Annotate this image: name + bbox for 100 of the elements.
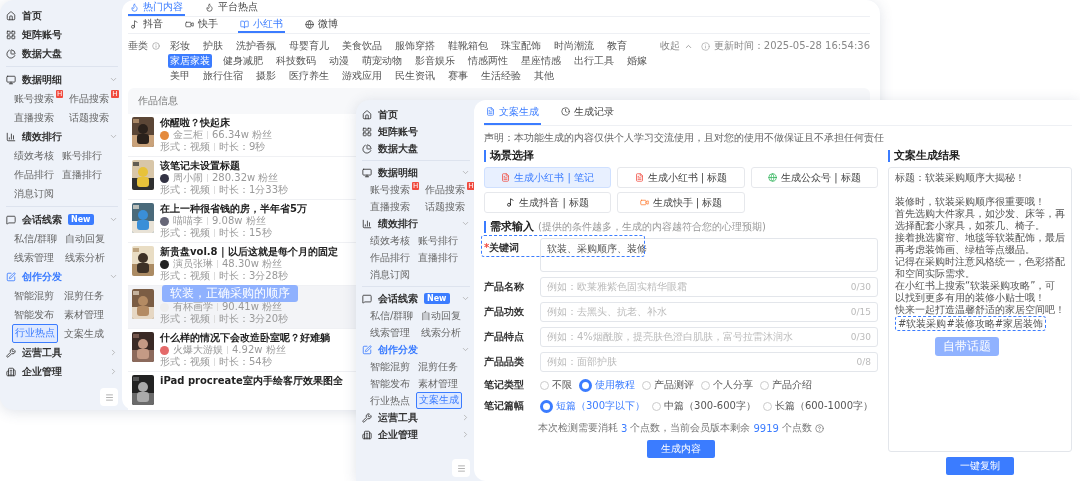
content-tab[interactable]: 平台热点 (203, 0, 260, 16)
category-chip[interactable]: 洗护香氛 (234, 39, 278, 53)
nav-subitem[interactable]: 作品搜索 (423, 181, 468, 198)
nav-subitem[interactable]: 账号排行 (416, 232, 460, 249)
nav-subitem[interactable]: 私信/群聊 (368, 307, 416, 324)
page-tab[interactable]: 生成记录 (559, 100, 616, 125)
radio-option[interactable]: 短篇（300字以下） (540, 398, 646, 414)
nav-subitem[interactable]: 智能混剪 (368, 358, 412, 375)
category-chip[interactable]: 影音娱乐 (413, 54, 457, 68)
work-title[interactable]: 在上一种很省钱的房，半年省5万 (160, 203, 307, 215)
nav-subitem[interactable]: 直播搜索 (12, 108, 56, 127)
nav-subitem[interactable]: 话题搜索 (423, 198, 468, 215)
nav-subitem[interactable]: 智能发布 (12, 305, 56, 324)
category-chip[interactable]: 旅行住宿 (201, 69, 245, 83)
nav-subitem[interactable]: 直播搜索 (368, 198, 412, 215)
nav-subitem[interactable]: 文案生成 (62, 324, 106, 343)
category-chip[interactable]: 游戏应用 (340, 69, 384, 83)
nav-item[interactable]: 数据明细 (378, 165, 418, 180)
nav-subitem[interactable]: 账号搜索 (368, 181, 412, 198)
chevron-icon[interactable] (109, 132, 118, 141)
page-tab[interactable]: 文案生成 (484, 100, 541, 125)
radio-option[interactable]: 产品介绍 (760, 377, 812, 393)
nav-item[interactable]: 创作分发 (378, 342, 418, 357)
category-chip[interactable]: 鞋靴箱包 (446, 39, 490, 53)
nav-subitem[interactable]: 消息订阅 (12, 184, 56, 203)
nav-subitem[interactable]: 绩效考核 (368, 232, 412, 249)
category-chip[interactable]: 情感两性 (466, 54, 510, 68)
category-chip[interactable]: 家居家装 (168, 54, 212, 68)
category-chip[interactable]: 民生资讯 (393, 69, 437, 83)
nav-subitem[interactable]: 直播排行 (416, 249, 460, 266)
nav-item[interactable]: 首页 (22, 8, 42, 23)
chevron-icon[interactable] (461, 345, 470, 354)
nav-item[interactable]: 绩效排行 (22, 129, 62, 144)
nav-subitem[interactable]: 直播排行 (60, 165, 104, 184)
nav-item[interactable]: 数据大盘 (378, 141, 418, 156)
platform-tab[interactable]: 小红书 (238, 17, 285, 33)
work-title[interactable]: 该笔记未设置标题 (160, 160, 289, 172)
collapse-menu-button[interactable] (452, 459, 470, 477)
work-title[interactable]: iPad procreate室内手绘客厅效果图全 (160, 375, 343, 387)
platform-tab[interactable]: 抖音 (128, 17, 165, 33)
result-textarea[interactable]: 标题：软装采购顺序大揭秘！ 装修时，软装采购顺序很重要哦！ 首先选购大件家具，如沙发、床等，再选择配套小家具，如茶几、椅子。 接着挑选窗帘、地毯等软装配饰，最后再考虑装饰画、绿植等点缀品。 记得在采购时注意风格统一，色彩搭配和空间实际需求。 在小红书上搜索“软装采购攻略”，可以找到更多有用的装修小贴士哦！ 快来一起打造温馨舒适的家居空间吧！ #软装采购#装修攻略#家居装饰 自带话题 (888, 167, 1072, 452)
radio-option[interactable]: 使用教程 (579, 377, 635, 393)
nav-item[interactable]: 企业管理 (22, 364, 62, 379)
radio-option[interactable]: 不限 (540, 377, 572, 393)
category-chip[interactable]: 生活经验 (479, 69, 523, 83)
nav-subitem[interactable]: 自动回复 (63, 229, 108, 248)
chevron-icon[interactable] (109, 272, 118, 281)
nav-item[interactable]: 首页 (378, 107, 398, 122)
category-chip[interactable]: 彩妆 (168, 39, 192, 53)
chevron-icon[interactable] (461, 294, 470, 303)
radio-option[interactable]: 个人分享 (701, 377, 753, 393)
chevron-icon[interactable] (461, 219, 470, 228)
nav-subitem[interactable]: 账号搜索 (12, 89, 56, 108)
nav-item[interactable]: 数据明细 (22, 72, 62, 87)
category-chip[interactable]: 教育 (605, 39, 629, 53)
category-chip[interactable]: 婚嫁 (625, 54, 649, 68)
category-chip[interactable]: 健身减肥 (221, 54, 265, 68)
chevron-icon[interactable] (109, 348, 118, 357)
nav-item[interactable]: 企业管理 (378, 427, 418, 442)
chevron-icon[interactable] (461, 413, 470, 422)
nav-subitem[interactable]: 自动回复 (419, 307, 464, 324)
chevron-icon[interactable] (461, 430, 470, 439)
category-chip[interactable]: 美甲 (168, 69, 192, 83)
category-chip[interactable]: 护肤 (201, 39, 225, 53)
category-chip[interactable]: 母婴育儿 (287, 39, 331, 53)
nav-subitem[interactable]: 绩效考核 (12, 146, 56, 165)
nav-item[interactable]: 绩效排行 (378, 216, 418, 231)
nav-subitem[interactable]: 线索分析 (63, 248, 108, 267)
nav-subitem[interactable]: 作品排行 (368, 249, 412, 266)
chevron-icon[interactable] (461, 168, 470, 177)
category-chip[interactable]: 出行工具 (572, 54, 616, 68)
nav-subitem[interactable]: 作品搜索 (67, 89, 112, 108)
scene-option[interactable]: 生成小红书 | 标题 (617, 167, 745, 188)
category-chip[interactable]: 服饰穿搭 (393, 39, 437, 53)
category-chip[interactable]: 赛事 (446, 69, 470, 83)
nav-subitem[interactable]: 作品排行 (12, 165, 56, 184)
nav-subitem[interactable]: 私信/群聊 (12, 229, 60, 248)
collapse-link[interactable]: 收起 (659, 39, 680, 53)
platform-tab[interactable]: 微博 (303, 17, 340, 33)
nav-item[interactable]: 数据大盘 (22, 46, 62, 61)
nav-item[interactable]: 创作分发 (22, 269, 62, 284)
collapse-menu-button[interactable] (100, 388, 118, 406)
nav-item[interactable]: 矩阵账号 (378, 124, 418, 139)
scene-option[interactable]: 生成快手 | 标题 (617, 192, 745, 213)
nav-subitem[interactable]: 行业热点 (368, 392, 412, 409)
work-title[interactable]: 什么样的情况下会改造卧室呢？好难躺 (160, 332, 330, 344)
content-tab[interactable]: 热门内容 (128, 0, 185, 16)
nav-item[interactable]: 运营工具 (22, 345, 62, 360)
category-chip[interactable]: 时尚潮流 (552, 39, 596, 53)
nav-subitem[interactable]: 智能混剪 (12, 286, 56, 305)
radio-option[interactable]: 产品测评 (642, 377, 694, 393)
category-chip[interactable]: 星座情感 (519, 54, 563, 68)
category-chip[interactable]: 美食饮品 (340, 39, 384, 53)
category-chip[interactable]: 珠宝配饰 (499, 39, 543, 53)
nav-subitem[interactable]: 智能发布 (368, 375, 412, 392)
radio-option[interactable]: 中篇（300-600字） (652, 398, 756, 414)
chevron-icon[interactable] (109, 75, 118, 84)
nav-subitem[interactable]: 消息订阅 (368, 266, 412, 283)
nav-subitem[interactable]: 线索管理 (368, 324, 412, 341)
nav-subitem[interactable]: 话题搜索 (67, 108, 112, 127)
